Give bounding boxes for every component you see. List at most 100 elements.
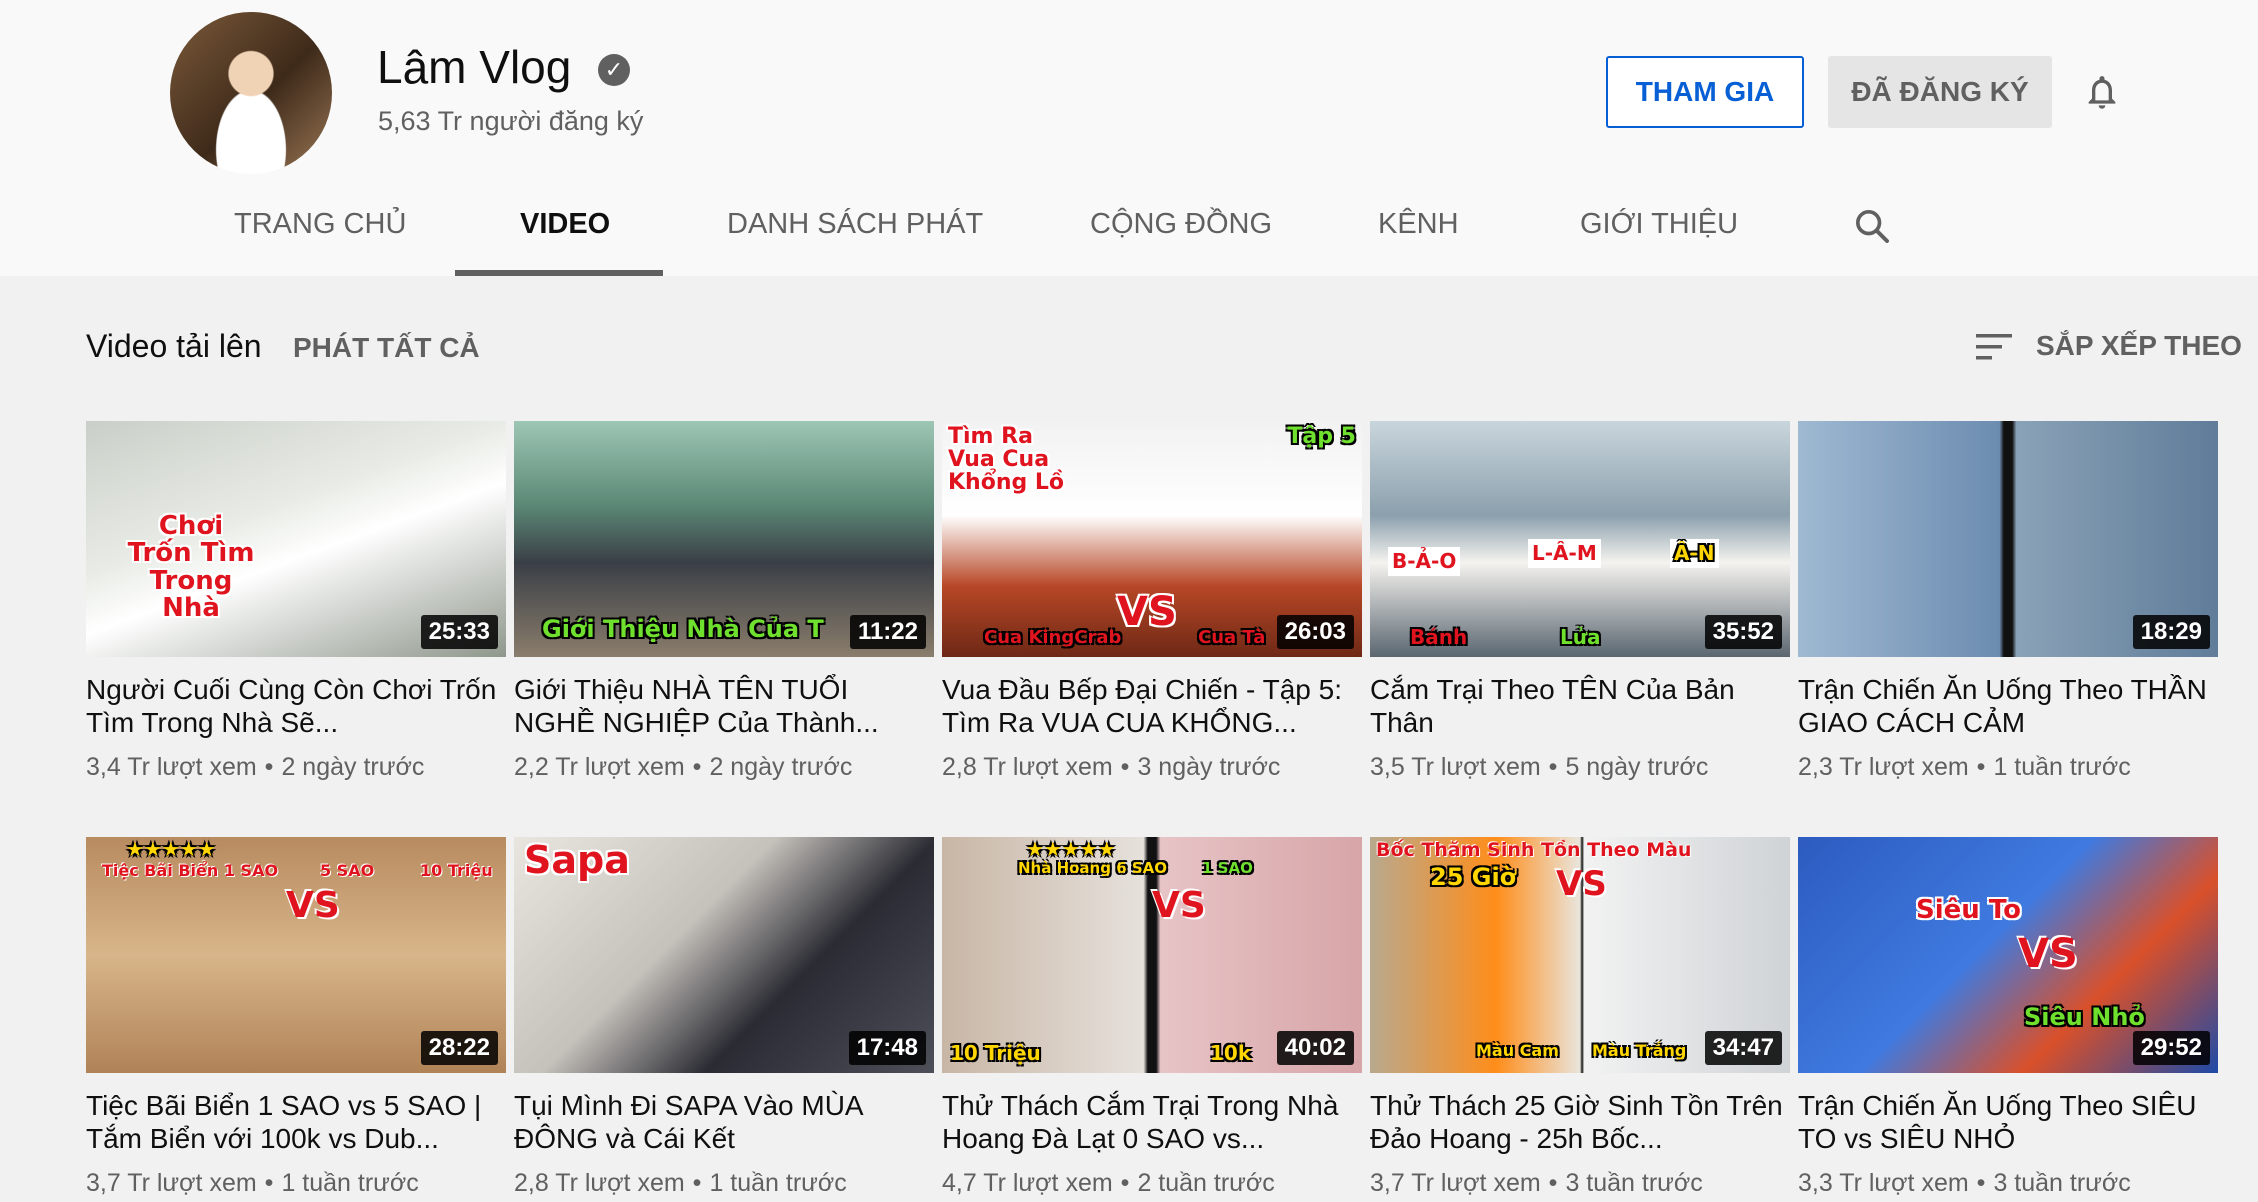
notification-bell-icon[interactable] bbox=[2082, 70, 2122, 114]
video-title[interactable]: Thử Thách Cắm Trại Trong Nhà Hoang Đà Lạ… bbox=[942, 1089, 1362, 1155]
video-thumbnail[interactable]: ★★★★★ Nhà Hoang 6 SAO 1 SAO VS 10 Triệu … bbox=[942, 837, 1362, 1073]
video-title[interactable]: Trận Chiến Ăn Uống Theo THẦN GIAO CÁCH C… bbox=[1798, 673, 2218, 739]
thumbnail-text: VS bbox=[1152, 885, 1206, 926]
video-card[interactable]: Giới Thiệu Nhà Của T 11:22 Giới Thiệu NH… bbox=[514, 421, 934, 782]
thumbnail-text: B-Ả-O bbox=[1388, 547, 1461, 576]
video-thumbnail[interactable]: B-Ả-O L-Â-M Â-N Bánh Lửa 35:52 bbox=[1370, 421, 1790, 657]
thumbnail-text: Bốc Thăm Sinh Tồn Theo Màu bbox=[1376, 839, 1692, 861]
video-duration: 11:22 bbox=[849, 615, 926, 649]
video-thumbnail[interactable]: Bốc Thăm Sinh Tồn Theo Màu 25 Giờ VS Màu… bbox=[1370, 837, 1790, 1073]
video-meta: 3,7 Tr lượt xem • 1 tuần trước bbox=[86, 1169, 419, 1197]
subscribed-button[interactable]: ĐÃ ĐĂNG KÝ bbox=[1828, 56, 2052, 128]
video-card[interactable]: Bốc Thăm Sinh Tồn Theo Màu 25 Giờ VS Màu… bbox=[1370, 837, 1790, 1198]
channel-avatar[interactable] bbox=[170, 12, 332, 174]
tab-about[interactable]: GIỚI THIỆU bbox=[1580, 208, 1738, 241]
video-meta: 3,7 Tr lượt xem • 3 tuần trước bbox=[1370, 1169, 1703, 1197]
thumbnail-text: Sapa bbox=[524, 838, 630, 882]
video-section: Video tải lên PHÁT TẤT CẢ SẮP XẾP THEO C… bbox=[0, 276, 2258, 1202]
video-title[interactable]: Vua Đầu Bếp Đại Chiến - Tập 5: Tìm Ra VU… bbox=[942, 673, 1362, 739]
view-count: 2,2 Tr lượt xem bbox=[514, 753, 685, 781]
thumbnail-text: VS bbox=[2018, 931, 2078, 977]
thumbnail-text: 10 Triệu bbox=[420, 861, 493, 880]
play-all-button[interactable]: PHÁT TẤT CẢ bbox=[293, 332, 480, 364]
thumbnail-text: Siêu To bbox=[1916, 895, 2021, 925]
video-title[interactable]: Giới Thiệu NHÀ TÊN TUỔI NGHỀ NGHIỆP Của … bbox=[514, 673, 934, 739]
video-duration: 17:48 bbox=[848, 1031, 926, 1065]
video-thumbnail[interactable]: Chơi Trốn Tìm Trong Nhà 25:33 bbox=[86, 421, 506, 657]
thumbnail-text: ★★★★★ bbox=[1026, 837, 1116, 861]
video-meta: 2,3 Tr lượt xem • 1 tuần trước bbox=[1798, 753, 2131, 781]
view-count: 3,7 Tr lượt xem bbox=[86, 1169, 257, 1197]
thumbnail-text: Trong bbox=[149, 565, 233, 596]
tab-home[interactable]: TRANG CHỦ bbox=[234, 208, 406, 241]
tab-channels[interactable]: KÊNH bbox=[1378, 208, 1459, 241]
view-count: 2,3 Tr lượt xem bbox=[1798, 753, 1969, 781]
video-title[interactable]: Người Cuối Cùng Còn Chơi Trốn Tìm Trong … bbox=[86, 673, 506, 739]
thumbnail-text: Siêu Nhỏ bbox=[2024, 1003, 2145, 1031]
view-count: 2,8 Tr lượt xem bbox=[942, 753, 1113, 781]
video-card[interactable]: 18:29 Trận Chiến Ăn Uống Theo THẦN GIAO … bbox=[1798, 421, 2218, 782]
video-meta: 3,3 Tr lượt xem • 3 tuần trước bbox=[1798, 1169, 2131, 1197]
view-count: 3,4 Tr lượt xem bbox=[86, 753, 257, 781]
tab-videos[interactable]: VIDEO bbox=[520, 208, 610, 241]
tab-community[interactable]: CỘNG ĐỒNG bbox=[1090, 208, 1272, 241]
thumbnail-text: L-Â-M bbox=[1528, 539, 1601, 568]
thumbnail-text: ★★★★★ bbox=[126, 837, 216, 861]
video-card[interactable]: B-Ả-O L-Â-M Â-N Bánh Lửa 35:52 Cắm Trại … bbox=[1370, 421, 1790, 782]
upload-age: 2 ngày trước bbox=[709, 753, 853, 781]
channel-name[interactable]: Lâm Vlog bbox=[377, 40, 571, 94]
view-count: 3,7 Tr lượt xem bbox=[1370, 1169, 1541, 1197]
sort-label: SẮP XẾP THEO bbox=[2036, 330, 2242, 361]
thumbnail-text: VS bbox=[286, 885, 340, 926]
thumbnail-text: VS bbox=[1556, 864, 1607, 904]
join-button[interactable]: THAM GIA bbox=[1606, 56, 1804, 128]
video-card[interactable]: ★★★★★ Nhà Hoang 6 SAO 1 SAO VS 10 Triệu … bbox=[942, 837, 1362, 1198]
video-meta: 3,5 Tr lượt xem • 5 ngày trước bbox=[1370, 753, 1709, 781]
video-card[interactable]: Chơi Trốn Tìm Trong Nhà 25:33 Người Cuối… bbox=[86, 421, 506, 782]
video-thumbnail[interactable]: Sapa 17:48 bbox=[514, 837, 934, 1073]
thumbnail-text: 5 SAO bbox=[320, 861, 375, 880]
video-meta: 3,4 Tr lượt xem • 2 ngày trước bbox=[86, 753, 425, 781]
video-duration: 26:03 bbox=[1276, 615, 1354, 649]
thumbnail-text: Màu Trắng bbox=[1592, 1041, 1687, 1060]
view-count: 3,3 Tr lượt xem bbox=[1798, 1169, 1969, 1197]
upload-age: 3 tuần trước bbox=[1565, 1169, 1703, 1197]
video-thumbnail[interactable]: Giới Thiệu Nhà Của T 11:22 bbox=[514, 421, 934, 657]
video-thumbnail[interactable]: ★★★★★ Tiệc Bãi Biển 1 SAO 5 SAO 10 Triệu… bbox=[86, 837, 506, 1073]
video-title[interactable]: Cắm Trại Theo TÊN Của Bản Thân bbox=[1370, 673, 1790, 739]
tab-playlists[interactable]: DANH SÁCH PHÁT bbox=[727, 208, 983, 241]
video-card[interactable]: Siêu To VS Siêu Nhỏ 29:52 Trận Chiến Ăn … bbox=[1798, 837, 2218, 1198]
thumbnail-text: Â-N bbox=[1670, 539, 1719, 568]
video-meta: 2,8 Tr lượt xem • 1 tuần trước bbox=[514, 1169, 847, 1197]
video-meta: 4,7 Tr lượt xem • 2 tuần trước bbox=[942, 1169, 1275, 1197]
upload-age: 1 tuần trước bbox=[709, 1169, 847, 1197]
video-thumbnail[interactable]: Siêu To VS Siêu Nhỏ 29:52 bbox=[1798, 837, 2218, 1073]
video-duration: 35:52 bbox=[1704, 615, 1782, 649]
video-thumbnail[interactable]: 18:29 bbox=[1798, 421, 2218, 657]
thumbnail-text: Tiệc Bãi Biển 1 SAO bbox=[102, 861, 279, 880]
video-card[interactable]: Sapa 17:48 Tụi Mình Đi SAPA Vào MÙA ĐÔNG… bbox=[514, 837, 934, 1198]
search-icon[interactable] bbox=[1852, 206, 1892, 246]
video-card[interactable]: Tìm Ra Vua Cua Khổng Lồ Tập 5 VS Cua Kin… bbox=[942, 421, 1362, 782]
upload-age: 1 tuần trước bbox=[1993, 753, 2131, 781]
thumbnail-text: Bánh bbox=[1410, 625, 1468, 649]
thumbnail-text: Lửa bbox=[1560, 625, 1601, 649]
thumbnail-text: Chơi bbox=[158, 511, 224, 541]
video-meta: 2,8 Tr lượt xem • 3 ngày trước bbox=[942, 753, 1281, 781]
video-thumbnail[interactable]: Tìm Ra Vua Cua Khổng Lồ Tập 5 VS Cua Kin… bbox=[942, 421, 1362, 657]
thumbnail-text: Nhà bbox=[162, 592, 220, 623]
thumbnail-text: 10k bbox=[1210, 1041, 1252, 1065]
video-title[interactable]: Tụi Mình Đi SAPA Vào MÙA ĐÔNG và Cái Kết bbox=[514, 1089, 934, 1155]
thumbnail-text: 25 Giờ bbox=[1430, 863, 1517, 891]
video-title[interactable]: Tiệc Bãi Biển 1 SAO vs 5 SAO | Tắm Biển … bbox=[86, 1089, 506, 1155]
video-duration: 28:22 bbox=[420, 1031, 498, 1065]
verified-icon: ✓ bbox=[598, 54, 630, 86]
view-count: 2,8 Tr lượt xem bbox=[514, 1169, 685, 1197]
video-title[interactable]: Thử Thách 25 Giờ Sinh Tồn Trên Đảo Hoang… bbox=[1370, 1089, 1790, 1155]
channel-header: Lâm Vlog ✓ 5,63 Tr người đăng ký THAM GI… bbox=[0, 0, 2258, 276]
video-title[interactable]: Trận Chiến Ăn Uống Theo SIÊU TO vs SIÊU … bbox=[1798, 1089, 2218, 1155]
thumbnail-text: Vua Cua bbox=[948, 447, 1050, 473]
thumbnail-text: Nhà Hoang 6 SAO bbox=[1018, 859, 1168, 877]
video-card[interactable]: ★★★★★ Tiệc Bãi Biển 1 SAO 5 SAO 10 Triệu… bbox=[86, 837, 506, 1198]
view-count: 3,5 Tr lượt xem bbox=[1370, 753, 1541, 781]
